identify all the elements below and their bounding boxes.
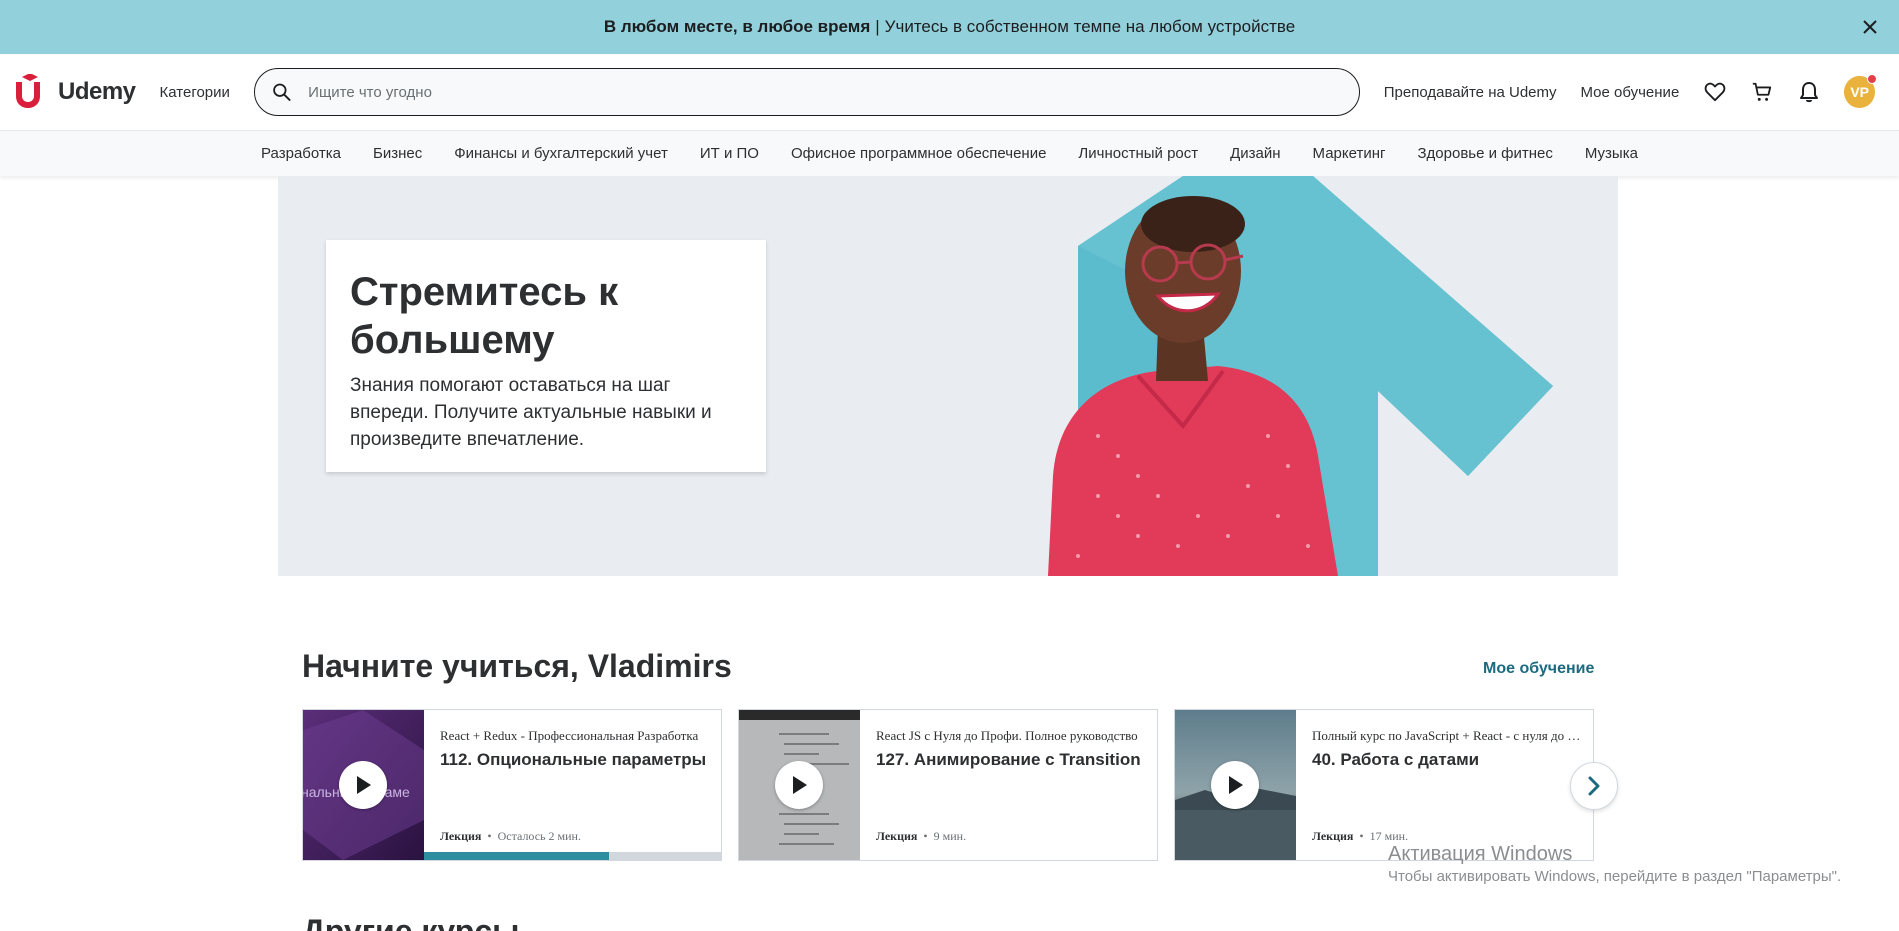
chevron-right-icon xyxy=(1588,776,1600,796)
header: Udemy Категории Преподавайте на Udemy Мо… xyxy=(0,54,1899,130)
course-card[interactable]: нальные параме React + Redux - Профессио… xyxy=(302,709,722,861)
course-name: React + Redux - Профессиональная Разрабо… xyxy=(440,728,699,743)
avatar[interactable]: VP xyxy=(1844,74,1878,108)
hero-title: Стремитесь к большему xyxy=(350,270,619,362)
windows-activation-text: Чтобы активировать Windows, перейдите в … xyxy=(1388,868,1842,885)
catnav-item[interactable]: Бизнес xyxy=(373,145,422,162)
lecture-title: 112. Опциональные параметры xyxy=(440,750,707,769)
teach-link[interactable]: Преподавайте на Udemy xyxy=(1384,84,1557,101)
lecture-title: 40. Работа с датами xyxy=(1312,750,1480,769)
hero-subtitle: Знания помогают оставаться на шаг вперед… xyxy=(350,375,712,450)
close-icon[interactable] xyxy=(1857,14,1883,40)
catnav-item[interactable]: Офисное программное обеспечение xyxy=(791,145,1046,162)
windows-activation-title: Активация Windows xyxy=(1388,843,1573,865)
catnav-item[interactable]: Финансы и бухгалтерский учет xyxy=(454,145,668,162)
lecture-title: 127. Анимирование с Transition xyxy=(876,750,1141,769)
lecture-duration: 17 мин. xyxy=(1369,829,1409,843)
avatar-initials: VP xyxy=(1850,84,1870,100)
hero-banner: Стремитесь к большему Знания помогают ос… xyxy=(278,176,1618,576)
promo-text: Учитесь в собственном темпе на любом уст… xyxy=(884,17,1296,36)
catnav-item[interactable]: Маркетинг xyxy=(1313,145,1386,162)
lecture-type: Лекция xyxy=(876,829,918,843)
lecture-duration: 9 мин. xyxy=(933,829,967,843)
course-card[interactable]: Полный курс по JavaScript + React - с ну… xyxy=(1174,709,1594,861)
udemy-logo[interactable]: Udemy xyxy=(12,72,136,112)
logo-text: Udemy xyxy=(58,78,136,105)
lecture-meta: Лекция • 9 мин. xyxy=(876,829,967,843)
bell-icon[interactable] xyxy=(1797,80,1820,104)
course-name: React JS с Нуля до Профи. Полное руковод… xyxy=(876,728,1138,743)
course-name: Полный курс по JavaScript + React - с ну… xyxy=(1312,728,1582,743)
my-learning-link[interactable]: Мое обучение xyxy=(1581,84,1680,101)
catnav-item[interactable]: ИТ и ПО xyxy=(700,145,759,162)
course-thumbnail xyxy=(739,710,860,860)
next-section-title: Другие курсы xyxy=(302,915,519,931)
search-icon[interactable] xyxy=(271,81,292,103)
cart-icon[interactable] xyxy=(1750,80,1773,104)
carousel-next-button[interactable] xyxy=(1570,762,1618,810)
lecture-type: Лекция xyxy=(1312,829,1354,843)
notification-dot xyxy=(1867,74,1878,84)
hero-card: Стремитесь к большему Знания помогают ос… xyxy=(326,240,766,472)
heart-icon[interactable] xyxy=(1703,80,1726,104)
promo-separator: | xyxy=(875,17,880,36)
play-icon[interactable] xyxy=(1211,761,1259,809)
section-title: Начните учиться, Vladimirs xyxy=(302,648,732,684)
play-icon[interactable] xyxy=(339,761,387,809)
udemy-logo-icon xyxy=(16,74,40,108)
promo-bold-text: В любом месте, в любое время xyxy=(603,17,871,36)
catnav-item[interactable]: Здоровье и фитнес xyxy=(1417,145,1552,162)
lecture-duration: Осталось 2 мин. xyxy=(497,829,581,843)
course-thumbnail: нальные параме xyxy=(303,710,424,860)
catnav-item[interactable]: Личностный рост xyxy=(1078,145,1198,162)
progress-bar xyxy=(424,852,721,860)
progress-fill xyxy=(424,852,609,860)
lecture-type: Лекция xyxy=(440,829,482,843)
search-bar[interactable] xyxy=(253,68,1360,116)
catnav-item[interactable]: Музыка xyxy=(1585,145,1638,162)
promo-banner: В любом месте, в любое время | Учитесь в… xyxy=(0,0,1899,54)
my-learning-section-link[interactable]: Мое обучение xyxy=(1483,660,1594,678)
play-icon[interactable] xyxy=(775,761,823,809)
catnav-item[interactable]: Разработка xyxy=(261,145,341,162)
course-thumbnail xyxy=(1175,710,1296,860)
course-card[interactable]: React JS с Нуля до Профи. Полное руковод… xyxy=(738,709,1158,861)
catnav-item[interactable]: Дизайн xyxy=(1230,145,1280,162)
lecture-meta: Лекция • Осталось 2 мин. xyxy=(440,829,581,843)
lecture-meta: Лекция • 17 мин. xyxy=(1312,829,1409,843)
categories-menu[interactable]: Категории xyxy=(160,84,230,101)
category-nav: Разработка Бизнес Финансы и бухгалтерски… xyxy=(0,130,1899,176)
search-input[interactable] xyxy=(308,83,1343,101)
